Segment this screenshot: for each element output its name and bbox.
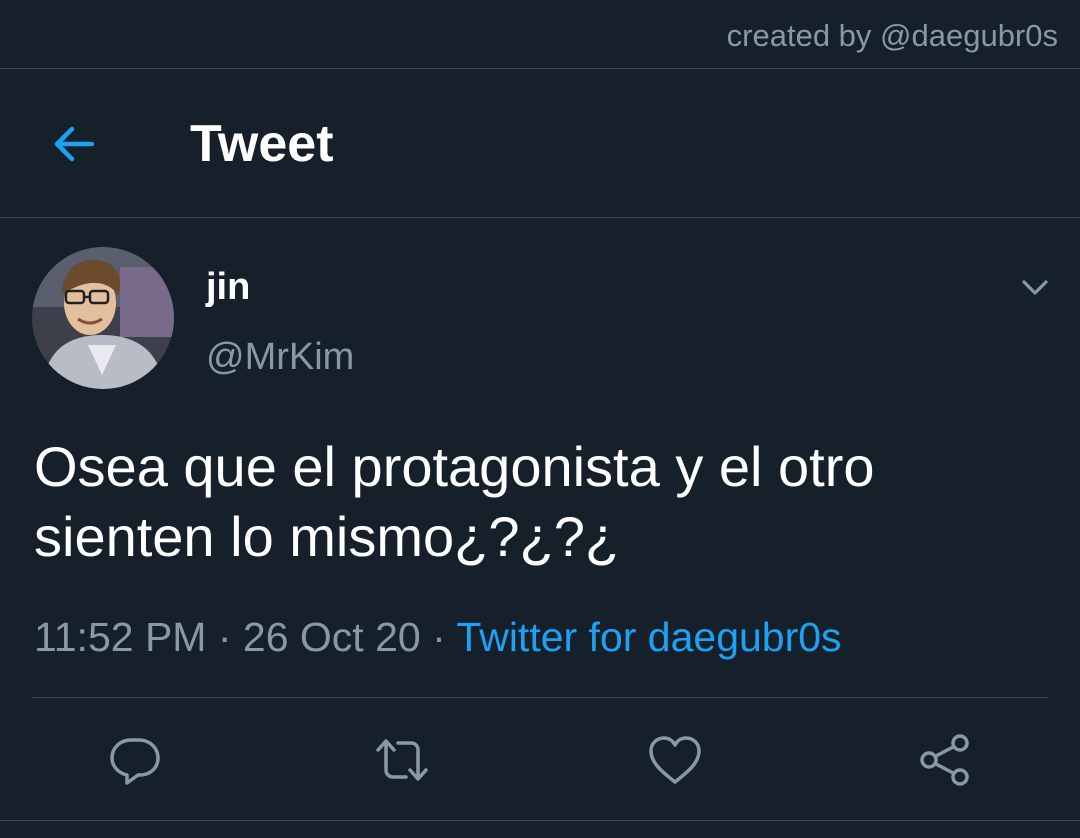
author-name[interactable]: jin bbox=[206, 266, 250, 309]
share-icon[interactable] bbox=[917, 732, 973, 788]
like-icon[interactable] bbox=[647, 732, 703, 788]
watermark-credit: created by @daegubr0s bbox=[726, 18, 1058, 53]
chevron-down-icon[interactable] bbox=[1018, 270, 1052, 304]
actions-divider bbox=[32, 697, 1048, 698]
reply-icon[interactable] bbox=[107, 732, 163, 788]
bottom-divider bbox=[0, 820, 1080, 821]
watermark-bar: created by @daegubr0s bbox=[0, 0, 1080, 69]
tweet-meta: 11:52 PM · 26 Oct 20 · Twitter for daegu… bbox=[34, 614, 842, 661]
tweet-date: 26 Oct 20 bbox=[242, 614, 421, 660]
tweet-text: Osea que el protagonista y el otro sient… bbox=[34, 435, 875, 568]
retweet-icon[interactable] bbox=[374, 732, 430, 788]
top-header: Tweet bbox=[0, 70, 1080, 218]
tweet-source-link[interactable]: Twitter for daegubr0s bbox=[456, 614, 841, 660]
arrow-left-icon[interactable] bbox=[50, 120, 98, 168]
tweet-time: 11:52 PM bbox=[34, 614, 207, 660]
author-handle[interactable]: @MrKim bbox=[206, 336, 354, 379]
meta-separator: · bbox=[217, 614, 232, 660]
page-title: Tweet bbox=[190, 115, 334, 173]
meta-separator-2: · bbox=[432, 614, 446, 660]
avatar[interactable] bbox=[32, 247, 174, 389]
